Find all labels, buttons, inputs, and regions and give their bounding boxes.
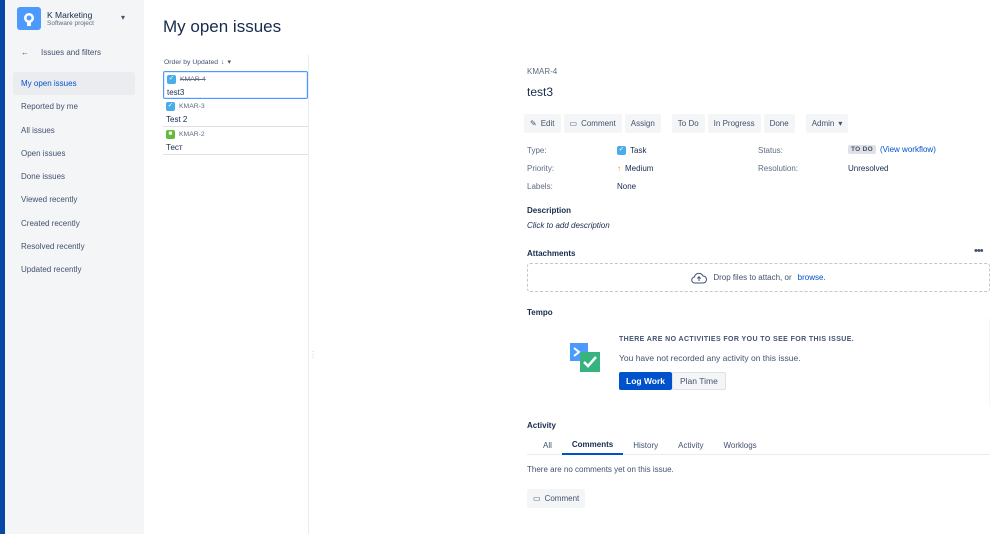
status-label: Status:	[758, 146, 783, 155]
tempo-empty-title: THERE ARE NO ACTIVITIES FOR YOU TO SEE F…	[619, 336, 855, 343]
view-workflow-link[interactable]: (View workflow)	[880, 145, 936, 154]
order-by-control[interactable]: Order by Updated ↓ ▾	[164, 58, 231, 67]
in-progress-button[interactable]: In Progress	[707, 114, 761, 133]
activity-tabs: All Comments History Activity Worklogs	[527, 436, 990, 455]
issue-summary: Тест	[166, 143, 183, 152]
tempo-logo-icon	[570, 343, 600, 372]
issue-list: ✓ KMAR-4 test3 ✓ KMAR-3 Test 2 ■ KMAR-2 …	[163, 71, 308, 155]
assign-button[interactable]: Assign	[624, 114, 661, 133]
add-comment-label: Comment	[544, 494, 580, 503]
cloud-upload-icon	[691, 272, 708, 283]
sidebar-item-viewed-recently[interactable]: Viewed recently	[13, 188, 135, 211]
browse-link[interactable]: browse.	[798, 273, 826, 282]
labels-label: Labels:	[527, 182, 553, 191]
edit-button[interactable]: ✎ Edit	[524, 114, 561, 133]
project-logo-icon	[24, 12, 34, 26]
resolution-label: Resolution:	[758, 164, 799, 173]
tab-history[interactable]: History	[623, 436, 668, 455]
issue-toolbar: ✎ Edit ▭ Comment Assign To Do In Progres…	[524, 114, 849, 133]
issue-card[interactable]: ✓ KMAR-4 test3	[163, 71, 308, 99]
type-label: Type:	[527, 146, 547, 155]
admin-button[interactable]: Admin ▾	[805, 114, 849, 133]
dropzone-text: Drop files to attach, or	[713, 273, 792, 282]
tab-all[interactable]: All	[527, 436, 562, 455]
view-workflow-text: View workflow	[882, 145, 934, 154]
task-type-icon: ✓	[617, 146, 626, 155]
chevron-down-icon: ▾	[838, 119, 843, 128]
chevron-down-icon[interactable]: ▾	[227, 58, 230, 66]
status-badge: TO DO	[848, 145, 876, 154]
description-placeholder[interactable]: Click to add description	[527, 221, 610, 230]
project-name[interactable]: K Marketing	[47, 10, 92, 20]
type-value-text: Task	[630, 146, 647, 155]
pencil-icon: ✎	[530, 119, 537, 128]
resolution-value: Unresolved	[848, 164, 889, 173]
issue-card[interactable]: ■ KMAR-2 Тест	[163, 127, 308, 155]
tab-activity[interactable]: Activity	[668, 436, 713, 455]
sidebar-item-created-recently[interactable]: Created recently	[13, 212, 135, 235]
plan-time-button[interactable]: Plan Time	[672, 372, 726, 390]
add-comment-button[interactable]: ▭ Comment	[527, 489, 586, 508]
tempo-empty-message: You have not recorded any activity on th…	[619, 353, 801, 363]
priority-value-text: Medium	[625, 164, 654, 173]
status-value: TO DO (View workflow)	[848, 145, 936, 154]
sidebar-item-open-issues[interactable]: Open issues	[13, 142, 135, 165]
sidebar-item-my-open-issues[interactable]: My open issues	[13, 72, 135, 96]
issue-key: KMAR-2	[179, 131, 205, 138]
project-avatar[interactable]	[17, 7, 41, 30]
tempo-panel: THERE ARE NO ACTIVITIES FOR YOU TO SEE F…	[527, 318, 990, 406]
panel-divider	[308, 55, 309, 534]
tab-comments[interactable]: Comments	[561, 436, 624, 455]
project-sidebar: K Marketing Software project ▾ ← Issues …	[5, 0, 144, 534]
sidebar-nav: My open issues Reported by me All issues…	[13, 72, 135, 282]
sidebar-item-reported-by-me[interactable]: Reported by me	[13, 95, 135, 118]
priority-medium-icon: ↑	[617, 164, 621, 173]
comment-label: Comment	[581, 119, 616, 128]
done-button[interactable]: Done	[763, 114, 795, 133]
issue-card[interactable]: ✓ KMAR-3 Test 2	[163, 99, 308, 127]
tab-worklogs[interactable]: Worklogs	[713, 436, 766, 455]
tempo-heading: Tempo	[527, 308, 553, 317]
log-work-button[interactable]: Log Work	[619, 372, 673, 390]
arrow-down-icon[interactable]: ↓	[221, 59, 224, 66]
issue-summary: test3	[167, 88, 185, 97]
sidebar-item-all-issues[interactable]: All issues	[13, 119, 135, 142]
chevron-down-icon[interactable]: ▾	[121, 13, 125, 22]
issue-summary-heading[interactable]: test3	[527, 85, 553, 99]
issue-key-breadcrumb[interactable]: KMAR-4	[527, 67, 557, 76]
edit-label: Edit	[540, 119, 555, 128]
task-type-icon: ✓	[167, 75, 176, 84]
issue-summary: Test 2	[166, 115, 188, 124]
project-type: Software project	[47, 20, 94, 27]
order-by-label: Order by Updated	[164, 58, 219, 66]
type-value: ✓ Task	[617, 146, 646, 155]
sidebar-item-updated-recently[interactable]: Updated recently	[13, 258, 135, 281]
issue-key: KMAR-4	[180, 76, 206, 83]
comment-icon: ▭	[569, 119, 578, 128]
attachment-dropzone[interactable]: Drop files to attach, or browse.	[527, 263, 990, 292]
attachments-heading: Attachments	[527, 249, 576, 258]
description-heading: Description	[527, 206, 572, 215]
no-comments-text: There are no comments yet on this issue.	[527, 465, 674, 474]
task-type-icon: ✓	[166, 102, 175, 111]
page-title: My open issues	[163, 17, 282, 36]
back-label: Issues and filters	[41, 48, 102, 57]
issue-key: KMAR-3	[179, 103, 205, 110]
comment-icon: ▭	[533, 494, 541, 503]
labels-value[interactable]: None	[617, 182, 636, 191]
more-icon[interactable]: •••	[974, 245, 984, 257]
to-do-button[interactable]: To Do	[671, 114, 705, 133]
admin-label: Admin	[811, 119, 835, 128]
comment-button[interactable]: ▭ Comment	[563, 114, 622, 133]
activity-heading: Activity	[527, 421, 556, 430]
priority-value: ↑ Medium	[617, 164, 653, 173]
sidebar-item-done-issues[interactable]: Done issues	[13, 165, 135, 188]
priority-label: Priority:	[527, 164, 555, 173]
sidebar-item-resolved-recently[interactable]: Resolved recently	[13, 235, 135, 258]
story-type-icon: ■	[166, 130, 175, 139]
resize-handle[interactable]: ⋮	[309, 350, 317, 359]
arrow-left-icon: ←	[21, 48, 29, 57]
back-to-issues-link[interactable]: ← Issues and filters	[21, 48, 101, 57]
